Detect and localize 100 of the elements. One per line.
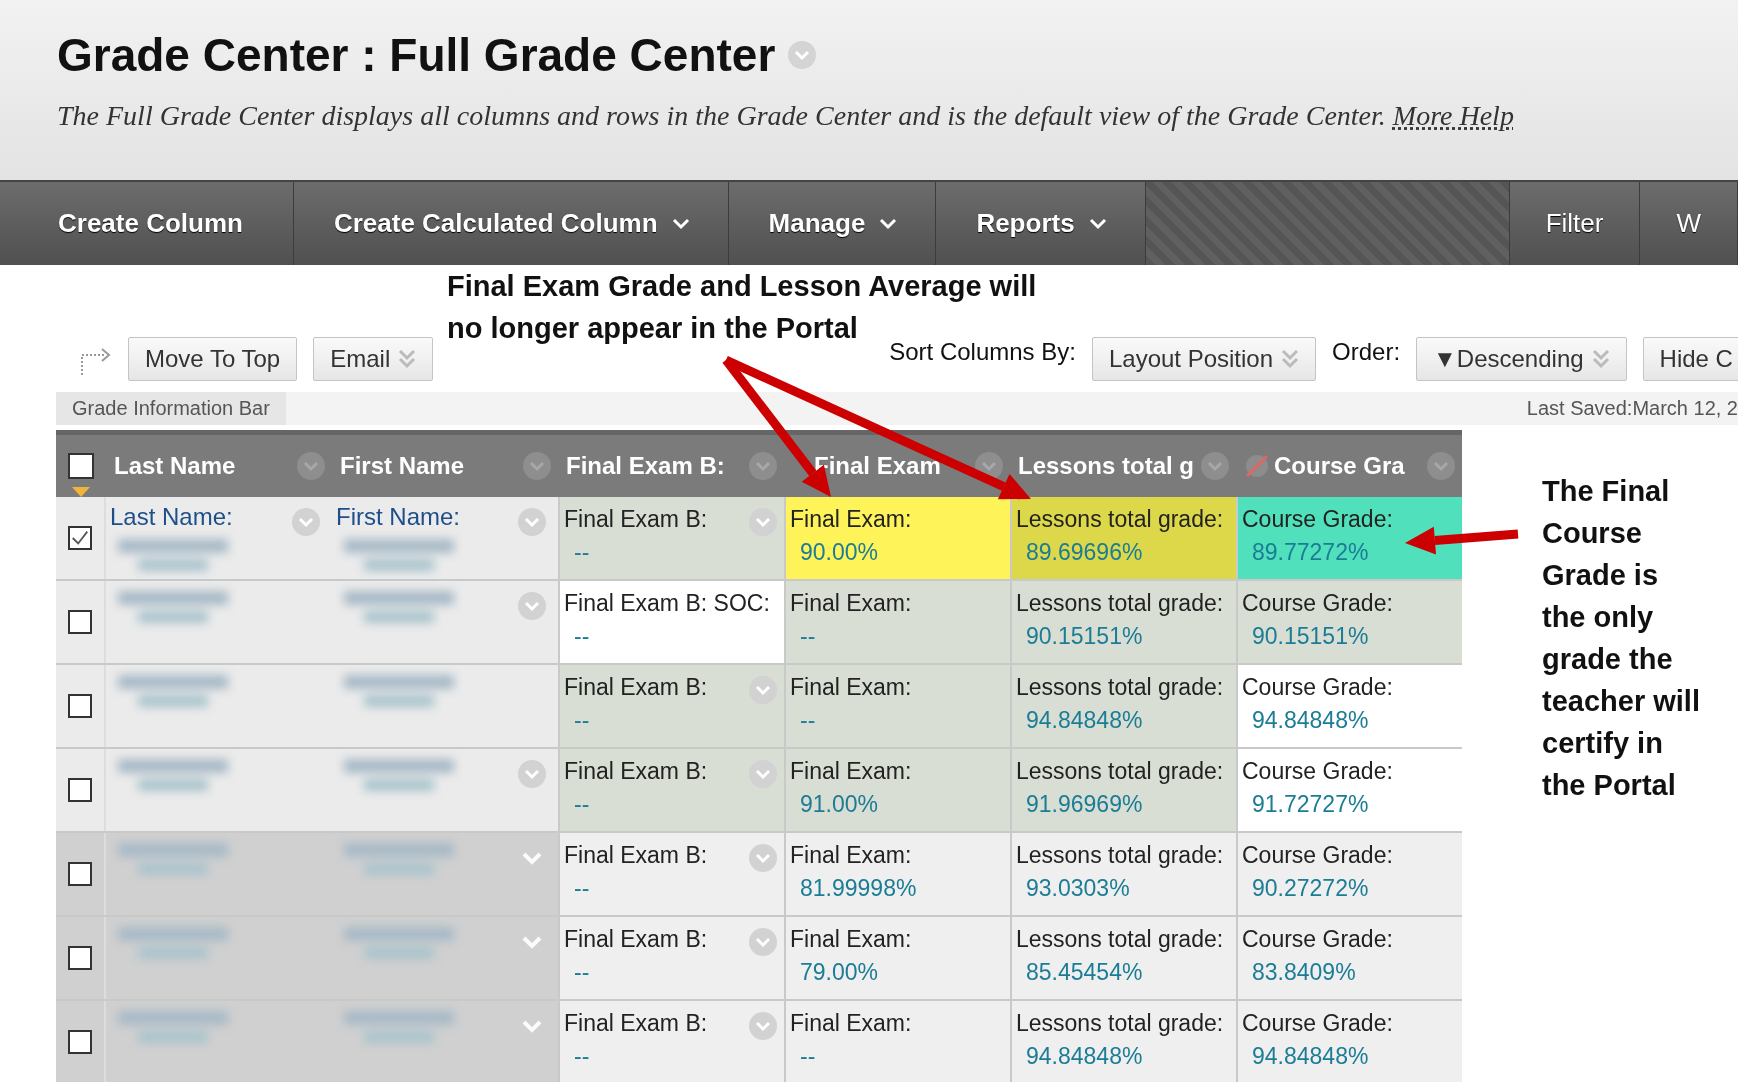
grade-cell[interactable]: Final Exam B: --: [558, 1001, 784, 1082]
grade-cell[interactable]: Course Grade: 94.84848%: [1236, 1001, 1462, 1082]
grade-label: Final Exam:: [790, 926, 912, 953]
row-checkbox[interactable]: [68, 778, 92, 802]
grade-cell[interactable]: Course Grade: 89.77272%: [1236, 497, 1462, 579]
toolbar-button[interactable]: Email: [313, 337, 434, 381]
row-checkbox[interactable]: [68, 694, 92, 718]
order-dropdown[interactable]: ▼Descending: [1416, 337, 1627, 381]
grade-cell[interactable]: Course Grade: 90.15151%: [1236, 581, 1462, 663]
grade-label: Final Exam B:: [564, 674, 708, 701]
chevron-icon[interactable]: [296, 451, 326, 481]
page-description: The Full Grade Center displays all columns and rows in the Grade Center and is the default view of the Grade Center.: [57, 100, 1386, 131]
grade-value: 94.84848%: [1025, 1043, 1143, 1070]
column-header[interactable]: Final Exam B:: [566, 452, 744, 480]
column-header[interactable]: First Name: [340, 452, 518, 480]
column-header[interactable]: Course Gra: [1274, 452, 1422, 480]
select-all-checkbox[interactable]: [68, 453, 94, 479]
column-header[interactable]: Lessons total g: [1018, 452, 1196, 480]
grade-label: Final Exam B:: [564, 842, 708, 869]
grade-label: Lessons total grade:: [1016, 1010, 1224, 1037]
row-checkbox[interactable]: [68, 1030, 92, 1054]
nav-menu-item[interactable]: Manage: [728, 182, 937, 265]
sort-dropdown[interactable]: Layout Position: [1091, 337, 1317, 381]
column-header[interactable]: Final Exam: [814, 452, 970, 480]
hide-button[interactable]: Hide C: [1642, 337, 1738, 381]
chevron-icon[interactable]: [748, 927, 778, 957]
grade-label: Lessons total grade:: [1016, 926, 1224, 953]
grade-value: --: [573, 959, 590, 986]
grade-label: Final Exam:: [790, 506, 912, 533]
grade-cell[interactable]: Lessons total grade: 85.45454%: [1010, 917, 1236, 999]
chevron-icon[interactable]: [291, 507, 321, 537]
grade-cell[interactable]: Final Exam B: --: [558, 665, 784, 747]
grade-value: 93.0303%: [1025, 875, 1130, 902]
grade-value: 83.8409%: [1251, 959, 1356, 986]
grade-label: Final Exam B:: [564, 506, 708, 533]
grade-value: --: [573, 1043, 590, 1070]
chevron-icon[interactable]: [748, 507, 778, 537]
grade-value: 89.77272%: [1251, 539, 1369, 566]
last-saved-text: Last Saved:March 12, 2: [1526, 397, 1738, 420]
grade-value: 91.00%: [799, 791, 878, 818]
chevron-icon[interactable]: [1200, 451, 1230, 481]
grade-cell[interactable]: Final Exam: 91.00%: [784, 749, 1010, 831]
chevron-icon[interactable]: [517, 591, 547, 621]
chevron-icon[interactable]: [517, 507, 547, 537]
grade-value: 89.69696%: [1025, 539, 1143, 566]
grade-cell[interactable]: Course Grade: 83.8409%: [1236, 917, 1462, 999]
grade-value: --: [573, 623, 590, 650]
grade-cell[interactable]: Lessons total grade: 91.96969%: [1010, 749, 1236, 831]
nav-menu-item[interactable]: Create Calculated Column: [293, 182, 729, 265]
more-help-link[interactable]: More Help: [1392, 100, 1514, 131]
triangle-icon: [72, 487, 90, 497]
chevron-icon[interactable]: [748, 759, 778, 789]
grade-cell[interactable]: Lessons total grade: 93.0303%: [1010, 833, 1236, 915]
grade-cell[interactable]: Lessons total grade: 94.84848%: [1010, 1001, 1236, 1082]
grade-cell[interactable]: Final Exam B: --: [558, 917, 784, 999]
chevron-icon[interactable]: [517, 759, 547, 789]
grade-value: 90.15151%: [1251, 623, 1369, 650]
chevron-icon[interactable]: [748, 843, 778, 873]
grade-cell[interactable]: Final Exam B: --: [558, 497, 784, 579]
grade-cell[interactable]: Final Exam: --: [784, 1001, 1010, 1082]
grade-cell[interactable]: Final Exam: 81.99998%: [784, 833, 1010, 915]
toolbar-button[interactable]: Move To Top: [128, 337, 298, 381]
nav-menu-item[interactable]: Create Column: [0, 182, 294, 265]
chevron-icon[interactable]: [748, 675, 778, 705]
grade-cell[interactable]: Final Exam: --: [784, 665, 1010, 747]
grade-cell[interactable]: Final Exam: --: [784, 581, 1010, 663]
info-bar-label[interactable]: Grade Information Bar: [56, 392, 286, 425]
order-label: Order:: [1332, 338, 1401, 366]
grade-label: Course Grade:: [1242, 674, 1393, 701]
grade-cell[interactable]: Lessons total grade: 90.15151%: [1010, 581, 1236, 663]
slash-icon: [1244, 453, 1270, 479]
name-label[interactable]: Last Name:: [110, 503, 276, 531]
nav-menu-item[interactable]: Reports: [936, 182, 1146, 265]
grade-value: 94.84848%: [1251, 707, 1369, 734]
caret-icon: [879, 217, 898, 230]
chevron-icon[interactable]: [787, 40, 818, 70]
grade-cell[interactable]: Final Exam: 90.00%: [784, 497, 1010, 579]
chevron-icon[interactable]: [1426, 451, 1456, 481]
row-checkbox[interactable]: [68, 526, 92, 550]
grade-label: Course Grade:: [1242, 842, 1393, 869]
nav-menu-item[interactable]: W: [1640, 182, 1738, 265]
grade-value: 94.84848%: [1025, 707, 1143, 734]
row-checkbox[interactable]: [68, 862, 92, 886]
grade-cell[interactable]: Lessons total grade: 94.84848%: [1010, 665, 1236, 747]
chevron-icon[interactable]: [974, 451, 1004, 481]
grade-cell[interactable]: Final Exam: 79.00%: [784, 917, 1010, 999]
column-header[interactable]: Last Name: [114, 452, 292, 480]
grade-value: 91.72727%: [1251, 791, 1369, 818]
grade-cell[interactable]: Final Exam B: --: [558, 833, 784, 915]
nav-menu-item[interactable]: Filter: [1509, 182, 1641, 265]
row-checkbox[interactable]: [68, 610, 92, 634]
chevron-icon[interactable]: [522, 451, 552, 481]
grade-cell[interactable]: Final Exam B: --: [558, 749, 784, 831]
name-label[interactable]: First Name:: [336, 503, 502, 531]
chevron-icon[interactable]: [748, 451, 778, 481]
grade-cell[interactable]: Course Grade: 90.27272%: [1236, 833, 1462, 915]
row-checkbox[interactable]: [68, 946, 92, 970]
grade-cell[interactable]: Lessons total grade: 89.69696%: [1010, 497, 1236, 579]
chevron-icon[interactable]: [748, 1011, 778, 1041]
double-chevron-icon: [398, 348, 417, 370]
